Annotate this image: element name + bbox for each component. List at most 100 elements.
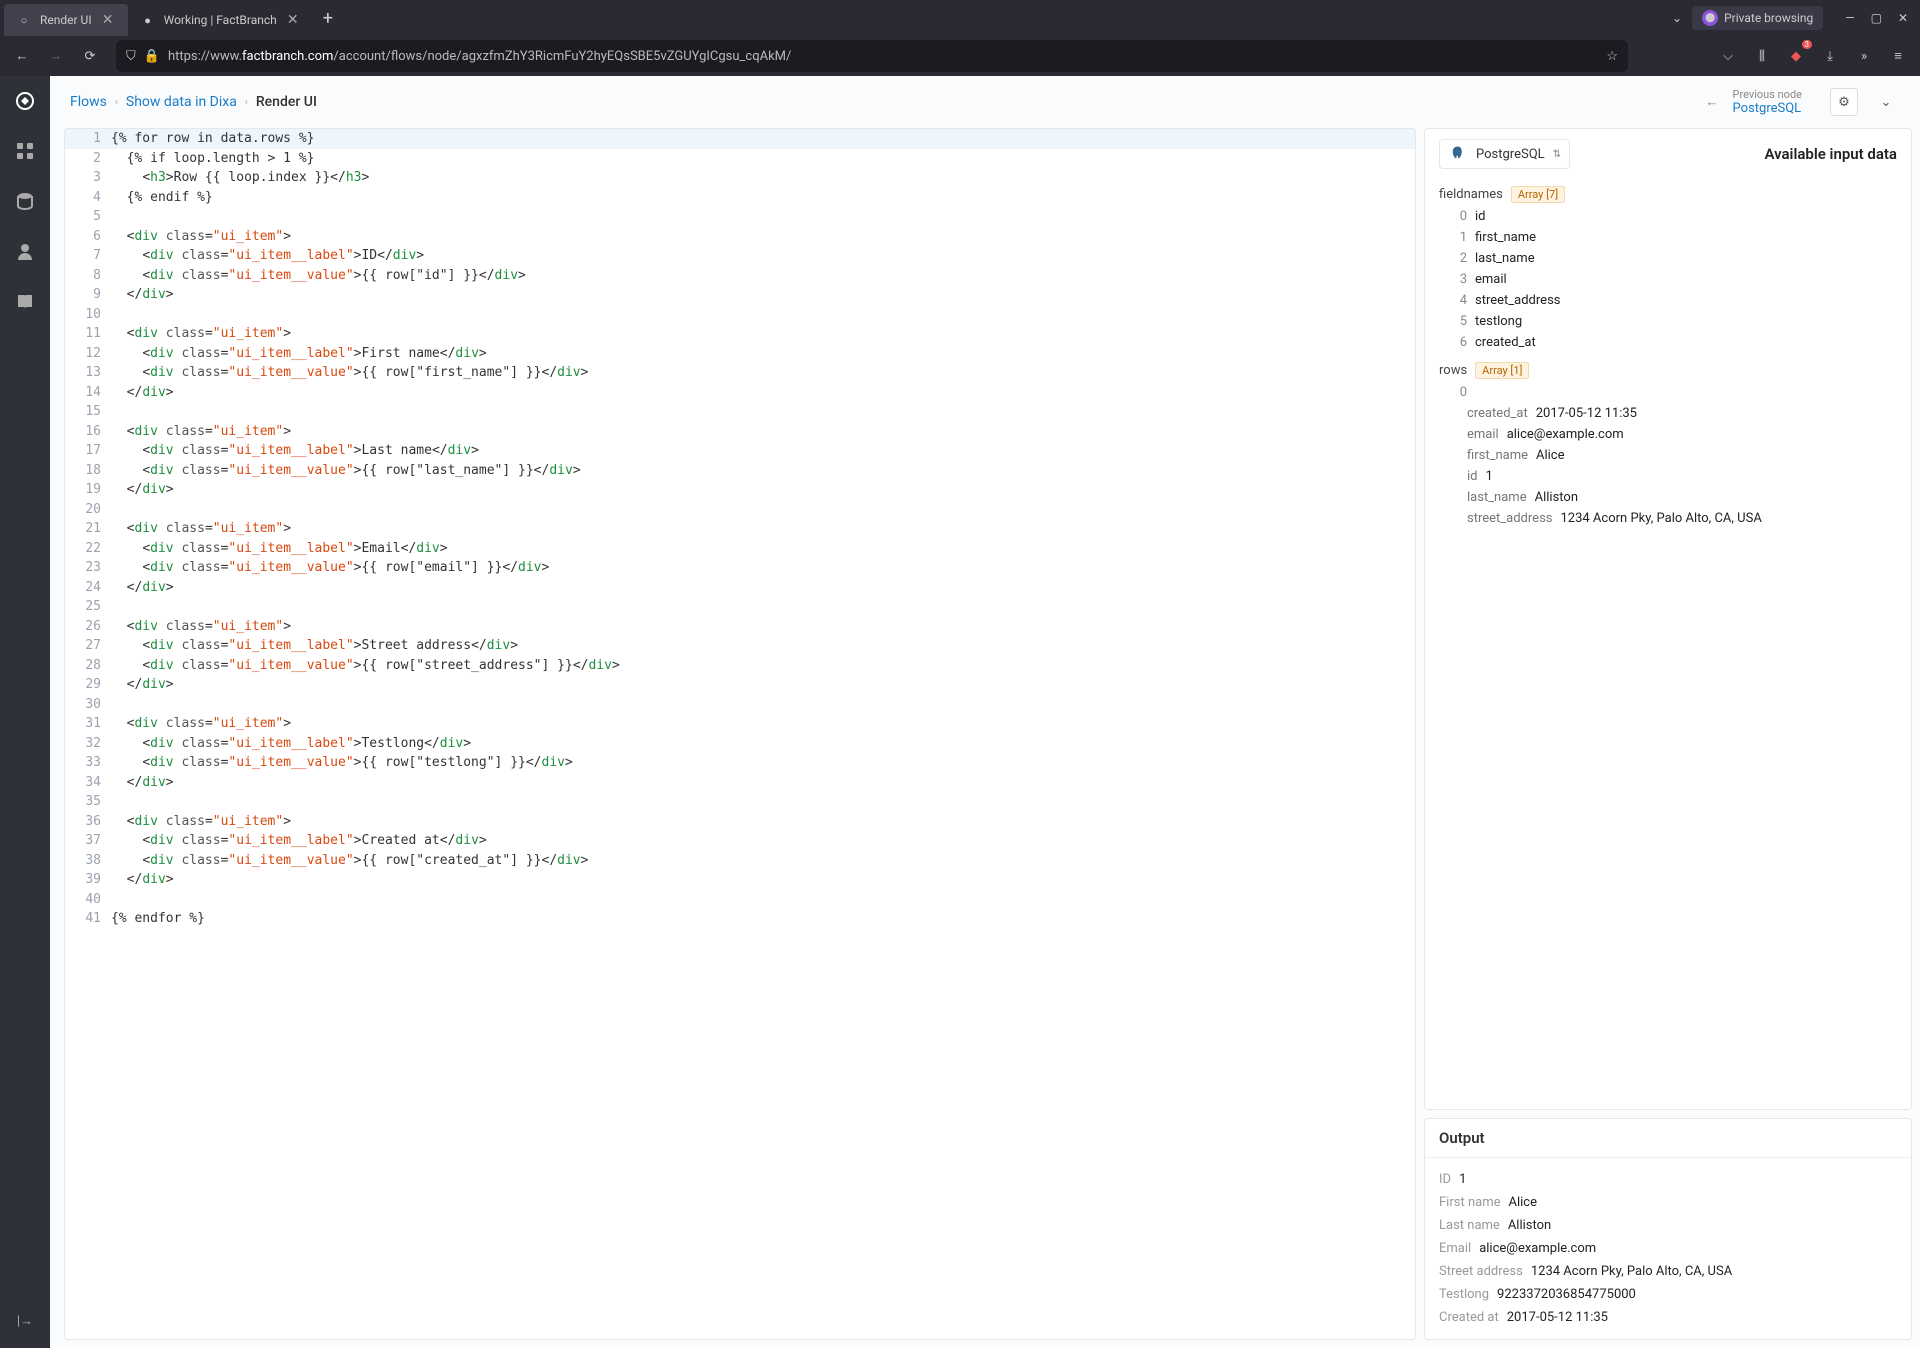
tree-item[interactable]: street_address 1234 Acorn Pky, Palo Alto… — [1439, 508, 1897, 529]
bookmark-icon[interactable]: ☆ — [1606, 49, 1618, 64]
breadcrumb-parent[interactable]: Show data in Dixa — [126, 94, 237, 110]
code-line[interactable]: 39 </div> — [65, 870, 1415, 890]
code-line[interactable]: 9 </div> — [65, 285, 1415, 305]
line-number: 2 — [65, 149, 111, 169]
code-line[interactable]: 10 — [65, 305, 1415, 325]
code-line[interactable]: 32 <div class="ui_item__label">Testlong<… — [65, 734, 1415, 754]
reload-button[interactable]: ⟳ — [76, 42, 104, 70]
datasource-selector[interactable]: PostgreSQL ⇅ — [1439, 139, 1570, 169]
code-line[interactable]: 22 <div class="ui_item__label">Email</di… — [65, 539, 1415, 559]
code-line[interactable]: 4 {% endif %} — [65, 188, 1415, 208]
previous-node-link[interactable]: Previous node PostgreSQL — [1733, 88, 1802, 116]
code-line[interactable]: 3 <h3>Row {{ loop.index }}</h3> — [65, 168, 1415, 188]
code-line[interactable]: 27 <div class="ui_item__label">Street ad… — [65, 636, 1415, 656]
forward-button[interactable]: → — [42, 42, 70, 70]
overflow-icon[interactable]: » — [1850, 42, 1878, 70]
shield-icon[interactable]: ⛉ — [126, 49, 136, 64]
rail-logo-icon[interactable] — [10, 86, 40, 116]
line-number: 1 — [65, 129, 111, 149]
code-line[interactable]: 23 <div class="ui_item__value">{{ row["e… — [65, 558, 1415, 578]
code-line[interactable]: 8 <div class="ui_item__value">{{ row["id… — [65, 266, 1415, 286]
tree-item[interactable]: created_at 2017-05-12 11:35 — [1439, 403, 1897, 424]
code-line[interactable]: 13 <div class="ui_item__value">{{ row["f… — [65, 363, 1415, 383]
code-line[interactable]: 20 — [65, 500, 1415, 520]
tree-item[interactable]: 0 id — [1439, 206, 1897, 227]
expand-button[interactable]: ⌄ — [1872, 88, 1900, 116]
tree-item[interactable]: 3 email — [1439, 269, 1897, 290]
extension-icon[interactable]: ◆3 — [1782, 42, 1810, 70]
input-tree[interactable]: fieldnames Array [7] 0 id1 first_name2 l… — [1425, 179, 1911, 1109]
code-line[interactable]: 17 <div class="ui_item__label">Last name… — [65, 441, 1415, 461]
minimize-icon[interactable]: — — [1845, 11, 1854, 25]
code-line[interactable]: 18 <div class="ui_item__value">{{ row["l… — [65, 461, 1415, 481]
tree-item[interactable]: 2 last_name — [1439, 248, 1897, 269]
close-window-icon[interactable]: ✕ — [1898, 11, 1908, 25]
code-line[interactable]: 15 — [65, 402, 1415, 422]
breadcrumb-flows[interactable]: Flows — [70, 94, 107, 110]
rail-collapse-icon[interactable]: |→ — [10, 1306, 40, 1336]
maximize-icon[interactable]: ▢ — [1871, 11, 1882, 25]
browser-tab[interactable]: ●Working | FactBranch✕ — [128, 4, 313, 36]
rail-grid-icon[interactable] — [10, 136, 40, 166]
code-line[interactable]: 37 <div class="ui_item__label">Created a… — [65, 831, 1415, 851]
code-line[interactable]: 33 <div class="ui_item__value">{{ row["t… — [65, 753, 1415, 773]
tree-item[interactable]: 4 street_address — [1439, 290, 1897, 311]
url-bar[interactable]: ⛉ 🔒 https://www.factbranch.com/account/f… — [116, 40, 1628, 72]
code-line[interactable]: 29 </div> — [65, 675, 1415, 695]
tree-index: 5 — [1453, 314, 1467, 329]
new-tab-button[interactable]: + — [313, 8, 343, 29]
browser-tab[interactable]: ○Render UI✕ — [4, 4, 128, 36]
output-label: Email — [1439, 1241, 1471, 1256]
code-line[interactable]: 21 <div class="ui_item"> — [65, 519, 1415, 539]
code-line[interactable]: 24 </div> — [65, 578, 1415, 598]
code-line[interactable]: 1{% for row in data.rows %} — [65, 129, 1415, 149]
tree-item[interactable]: first_name Alice — [1439, 445, 1897, 466]
pocket-icon[interactable]: ⌵ — [1714, 42, 1742, 70]
tab-close-icon[interactable]: ✕ — [285, 12, 301, 28]
code-line[interactable]: 7 <div class="ui_item__label">ID</div> — [65, 246, 1415, 266]
rail-user-icon[interactable] — [10, 236, 40, 266]
lock-icon[interactable]: 🔒 — [144, 49, 160, 64]
tree-item[interactable]: id 1 — [1439, 466, 1897, 487]
code-line[interactable]: 2 {% if loop.length > 1 %} — [65, 149, 1415, 169]
rail-database-icon[interactable] — [10, 186, 40, 216]
code-line[interactable]: 6 <div class="ui_item"> — [65, 227, 1415, 247]
arrow-left-icon[interactable]: ← — [1706, 94, 1719, 110]
back-button[interactable]: ← — [8, 42, 36, 70]
code-line[interactable]: 41{% endfor %} — [65, 909, 1415, 929]
code-line[interactable]: 19 </div> — [65, 480, 1415, 500]
line-content: </div> — [111, 480, 1415, 500]
code-line[interactable]: 26 <div class="ui_item"> — [65, 617, 1415, 637]
tabs-overview-icon[interactable]: ⌄ — [1672, 11, 1682, 25]
code-line[interactable]: 40 — [65, 890, 1415, 910]
settings-button[interactable]: ⚙ — [1830, 88, 1858, 116]
rail-book-icon[interactable] — [10, 286, 40, 316]
code-line[interactable]: 34 </div> — [65, 773, 1415, 793]
tree-item[interactable]: 5 testlong — [1439, 311, 1897, 332]
code-line[interactable]: 12 <div class="ui_item__label">First nam… — [65, 344, 1415, 364]
code-line[interactable]: 28 <div class="ui_item__value">{{ row["s… — [65, 656, 1415, 676]
tree-item[interactable]: 1 first_name — [1439, 227, 1897, 248]
downloads-icon[interactable]: ⤓ — [1816, 42, 1844, 70]
line-content: {% endfor %} — [111, 909, 1415, 929]
library-icon[interactable]: ⫼ — [1748, 42, 1776, 70]
code-line[interactable]: 36 <div class="ui_item"> — [65, 812, 1415, 832]
code-line[interactable]: 25 — [65, 597, 1415, 617]
code-editor[interactable]: 1{% for row in data.rows %}2 {% if loop.… — [64, 128, 1416, 1340]
menu-icon[interactable]: ≡ — [1884, 42, 1912, 70]
tab-close-icon[interactable]: ✕ — [100, 12, 116, 28]
code-line[interactable]: 16 <div class="ui_item"> — [65, 422, 1415, 442]
code-line[interactable]: 31 <div class="ui_item"> — [65, 714, 1415, 734]
tree-item[interactable]: email alice@example.com — [1439, 424, 1897, 445]
line-number: 41 — [65, 909, 111, 929]
code-line[interactable]: 38 <div class="ui_item__value">{{ row["c… — [65, 851, 1415, 871]
code-line[interactable]: 35 — [65, 792, 1415, 812]
code-line[interactable]: 11 <div class="ui_item"> — [65, 324, 1415, 344]
tree-item[interactable]: last_name Alliston — [1439, 487, 1897, 508]
code-line[interactable]: 14 </div> — [65, 383, 1415, 403]
output-value: alice@example.com — [1479, 1241, 1596, 1256]
code-line[interactable]: 5 — [65, 207, 1415, 227]
line-content: <div class="ui_item__value">{{ row["emai… — [111, 558, 1415, 578]
code-line[interactable]: 30 — [65, 695, 1415, 715]
tree-item[interactable]: 6 created_at — [1439, 332, 1897, 353]
